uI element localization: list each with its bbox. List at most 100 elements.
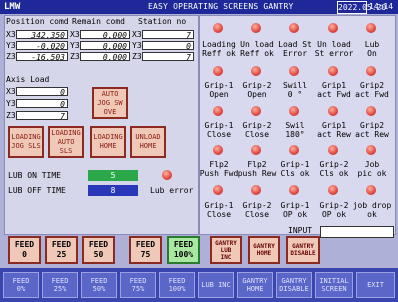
status-indicator <box>366 23 376 33</box>
axis-load-axis-label: Z3 <box>6 111 16 120</box>
status-indicator <box>328 145 338 155</box>
unload-home-button[interactable]: UNLOAD HOME <box>130 126 166 158</box>
status-label: Grip-2 Cls ok <box>319 160 349 178</box>
status-label: Job pic ok <box>357 160 387 178</box>
status-label: Flp2 push Rew <box>237 160 277 178</box>
status-indicator <box>251 23 261 33</box>
feed-75-button[interactable]: FEED 75 <box>129 236 162 264</box>
date-display: 2022.05.20 <box>337 1 387 14</box>
status-indicator <box>251 185 261 195</box>
gantry-lub-inc-button[interactable]: GANTRY LUB INC <box>210 236 242 264</box>
status-indicator <box>328 185 338 195</box>
axis-load-value: 0 <box>16 99 68 109</box>
remain-value: 0.000 <box>80 30 130 40</box>
loading-jog-sls-button[interactable]: LOADING JOG SLS <box>8 126 44 158</box>
auto-jog-sw-ove-button[interactable]: AUTO JOG SW OVE <box>92 87 128 119</box>
loading-home-button[interactable]: LOADING HOME <box>90 126 126 158</box>
status-label: Loading Reff ok <box>202 40 236 58</box>
feed-100-button[interactable]: FEED 100% <box>167 236 200 264</box>
remain-axis-label: Y3 <box>70 41 80 50</box>
station-value: 7 <box>142 52 194 62</box>
position-value: 342.350 <box>16 30 68 40</box>
fkey-gantry-home[interactable]: GANTRY HOME <box>237 272 273 298</box>
fkey-gantry-disable[interactable]: GANTRY DISABLE <box>276 272 312 298</box>
status-indicator <box>366 185 376 195</box>
status-label: Grip-1 Open <box>204 81 234 99</box>
station-value: 7 <box>142 30 194 40</box>
fkey-lub-inc[interactable]: LUB INC <box>198 272 234 298</box>
fkey-feed-25[interactable]: FEED 25% <box>42 272 78 298</box>
status-label: Grip1 act Fwd <box>317 81 351 99</box>
status-label: Grip-2 OP ok <box>319 201 349 219</box>
fkey-feed-50[interactable]: FEED 50% <box>81 272 117 298</box>
status-indicator <box>366 66 376 76</box>
feed-0-button[interactable]: FEED 0 <box>8 236 41 264</box>
status-label: Un load Reff ok <box>240 40 274 58</box>
axis-load-value: 7 <box>16 111 68 121</box>
status-label: Lub On <box>364 40 380 58</box>
lub-off-time-value: 8 <box>88 185 138 196</box>
fkey-initial-screen[interactable]: INITIAL SCREEN <box>315 272 353 298</box>
status-indicator <box>328 23 338 33</box>
fkey-feed-100[interactable]: FEED 100% <box>159 272 195 298</box>
remain-value: 0.000 <box>80 52 130 62</box>
status-indicator <box>366 145 376 155</box>
axis-load-axis-label: X3 <box>6 87 16 96</box>
remain-axis-label: X3 <box>70 30 80 39</box>
status-label: Grip-2 Close <box>242 201 272 219</box>
status-indicator <box>213 23 223 33</box>
status-indicator <box>328 106 338 116</box>
axis-load-axis-label: Y3 <box>6 99 16 108</box>
axis-load-value: 0 <box>16 87 68 97</box>
lub-off-time-label: LUB OFF TIME <box>8 186 66 195</box>
status-label: Grip-1 Close <box>204 121 234 139</box>
status-label: job drop ok <box>352 201 392 219</box>
lub-error-label: Lub error <box>150 186 194 195</box>
status-indicator <box>289 145 299 155</box>
status-indicator <box>366 106 376 116</box>
status-indicator <box>289 185 299 195</box>
pos-axis-label: Z3 <box>6 52 16 61</box>
input-label: INPUT <box>288 226 313 235</box>
feed-50-button[interactable]: FEED 50 <box>82 236 115 264</box>
feed-25-button[interactable]: FEED 25 <box>45 236 78 264</box>
station-value: 0 <box>142 41 194 51</box>
loading-auto-sls-button[interactable]: LOADING AUTO SLS <box>48 126 84 158</box>
status-label: Flp2 Push Fwd <box>199 160 239 178</box>
status-label: Grip2 act Rew <box>355 121 389 139</box>
status-label: Swil 180° <box>285 121 305 139</box>
fkey-feed-0[interactable]: FEED 0% <box>3 272 39 298</box>
position-value: -0.020 <box>16 41 68 51</box>
fkey-exit[interactable]: EXIT <box>356 272 395 298</box>
gantry-home-button[interactable]: GANTRY HOME <box>248 236 280 264</box>
station-axis-label: Z3 <box>132 52 142 61</box>
status-label: Grip2 act Fwd <box>355 81 389 99</box>
position-comd-header: Position comd <box>6 17 69 26</box>
remain-value: 0.000 <box>80 41 130 51</box>
lub-error-indicator <box>162 170 172 180</box>
gantry-disable-button[interactable]: GANTRY DISABLE <box>286 236 320 264</box>
status-label: Grip-2 Open <box>242 81 272 99</box>
status-label: Load St Error <box>278 40 312 58</box>
station-axis-label: Y3 <box>132 41 142 50</box>
status-label: Grip-1 Cls ok <box>280 160 310 178</box>
axis-load-title: Axis Load <box>6 75 50 84</box>
pos-axis-label: X3 <box>6 30 16 39</box>
status-indicator <box>251 145 261 155</box>
lub-on-time-value: 5 <box>88 170 138 181</box>
status-label: Grip1 act Rew <box>317 121 351 139</box>
status-indicator <box>289 106 299 116</box>
time-display: 14:14 <box>369 2 394 11</box>
position-value: -16.503 <box>16 52 68 62</box>
status-indicator <box>289 66 299 76</box>
app-name: LMW <box>4 2 21 12</box>
fkey-feed-75[interactable]: FEED 75% <box>120 272 156 298</box>
screen-title: EASY OPERATING SCREENS GANTRY <box>148 2 294 11</box>
status-label: Grip-1 Close <box>204 201 234 219</box>
status-indicator <box>328 66 338 76</box>
pos-axis-label: Y3 <box>6 41 16 50</box>
input-field[interactable] <box>320 226 394 238</box>
status-label: Grip-1 OP ok <box>280 201 310 219</box>
remain-comd-header: Remain comd <box>72 17 125 26</box>
status-indicator <box>213 185 223 195</box>
